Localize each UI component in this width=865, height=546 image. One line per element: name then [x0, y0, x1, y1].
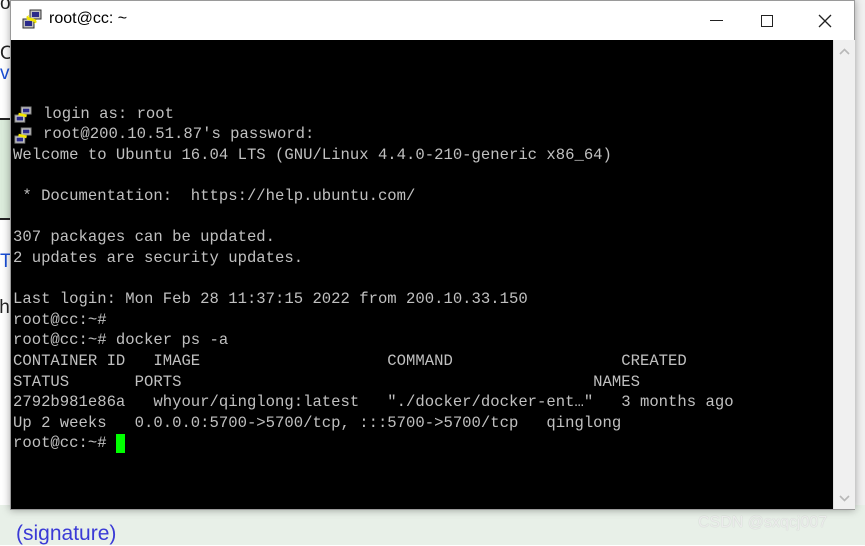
- terminal-prompt-line[interactable]: root@cc:~#: [13, 433, 734, 454]
- scroll-up-button[interactable]: [834, 40, 855, 62]
- terminal-line: CONTAINER ID IMAGE COMMAND CREATED: [13, 351, 734, 372]
- minimize-button[interactable]: [687, 1, 745, 40]
- terminal-line: Last login: Mon Feb 28 11:37:15 2022 fro…: [13, 289, 734, 310]
- maximize-button[interactable]: [738, 1, 796, 40]
- terminal-line-text: STATUS PORTS NAMES: [13, 372, 640, 391]
- putty-icon: [13, 127, 33, 145]
- terminal-line-text: root@200.10.51.87's password:: [43, 125, 315, 144]
- terminal-line: 307 packages can be updated.: [13, 227, 734, 248]
- putty-icon: [13, 106, 33, 124]
- chevron-down-icon: [839, 494, 850, 502]
- terminal-line-text: CONTAINER ID IMAGE COMMAND CREATED: [13, 351, 687, 370]
- terminal-line-text: Up 2 weeks 0.0.0.0:5700->5700/tcp, :::57…: [13, 413, 622, 432]
- maximize-icon: [761, 14, 773, 27]
- close-button[interactable]: [796, 1, 854, 40]
- terminal-line: Up 2 weeks 0.0.0.0:5700->5700/tcp, :::57…: [13, 413, 734, 434]
- scroll-down-button[interactable]: [834, 487, 855, 509]
- terminal-line-text: 2792b981e86a whyour/qinglong:latest "./d…: [13, 393, 734, 412]
- background-fragment: th: [0, 297, 10, 318]
- terminal-line-text: 2 updates are security updates.: [13, 248, 304, 267]
- terminal-line: login as: root: [13, 104, 734, 125]
- terminal-line-text: login as: root: [43, 104, 175, 123]
- terminal-line: 2 updates are security updates.: [13, 248, 734, 269]
- terminal-line-text: 307 packages can be updated.: [13, 228, 276, 247]
- putty-window: root@cc: ~ login as: root root@200.10.51.…: [10, 0, 855, 510]
- close-icon: [818, 14, 832, 27]
- terminal-lines: login as: root root@200.10.51.87's passwo…: [13, 42, 734, 454]
- terminal-line: 2792b981e86a whyour/qinglong:latest "./d…: [13, 392, 734, 413]
- chevron-up-icon: [839, 47, 850, 55]
- background-fragment: o: [0, 0, 11, 14]
- terminal-line: root@200.10.51.87's password:: [13, 124, 734, 145]
- terminal-line-text: Last login: Mon Feb 28 11:37:15 2022 fro…: [13, 290, 528, 309]
- terminal-cursor: [115, 434, 125, 454]
- terminal-line: * Documentation: https://help.ubuntu.com…: [13, 186, 734, 207]
- terminal-output[interactable]: login as: root root@200.10.51.87's passwo…: [11, 40, 833, 509]
- window-title: root@cc: ~: [49, 10, 128, 27]
- terminal-line-text: root@cc:~# docker ps -a: [13, 331, 229, 350]
- title-bar[interactable]: root@cc: ~: [11, 1, 854, 40]
- background-link-fragment[interactable]: v: [0, 64, 10, 83]
- terminal-line: root@cc:~#: [13, 310, 734, 331]
- terminal-line-text: root@cc:~#: [13, 310, 107, 329]
- watermark: CSDN @sxqcj007: [698, 514, 828, 531]
- terminal-line: STATUS PORTS NAMES: [13, 372, 734, 393]
- signature-link[interactable]: (signature): [16, 522, 116, 546]
- terminal-line-text: Welcome to Ubuntu 16.04 LTS (GNU/Linux 4…: [13, 145, 612, 164]
- terminal-line: Welcome to Ubuntu 16.04 LTS (GNU/Linux 4…: [13, 145, 734, 166]
- terminal-line-text: * Documentation: https://help.ubuntu.com…: [13, 187, 416, 206]
- terminal-scrollbar[interactable]: [833, 40, 855, 509]
- minimize-icon: [709, 20, 723, 21]
- shell-prompt: root@cc:~#: [13, 434, 116, 453]
- terminal-line: root@cc:~# docker ps -a: [13, 330, 734, 351]
- putty-icon[interactable]: [21, 9, 43, 31]
